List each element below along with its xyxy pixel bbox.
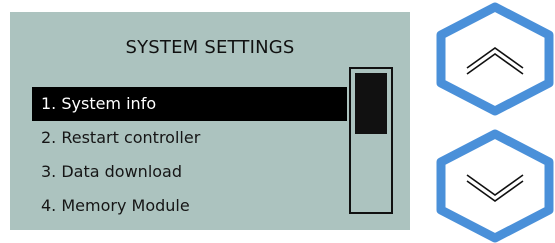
scrollbar-track[interactable] bbox=[349, 67, 393, 214]
menu-item-restart-controller[interactable]: 2. Restart controller bbox=[32, 121, 347, 155]
menu-item-memory-module[interactable]: 4. Memory Module bbox=[32, 189, 347, 223]
scroll-down-button[interactable] bbox=[435, 129, 555, 243]
menu-item-data-download[interactable]: 3. Data download bbox=[32, 155, 347, 189]
scroll-up-button[interactable] bbox=[435, 2, 555, 116]
chevron-down-icon bbox=[436, 129, 554, 243]
scrollbar-thumb[interactable] bbox=[355, 73, 387, 134]
screen-title: SYSTEM SETTINGS bbox=[125, 37, 295, 58]
chevron-up-icon bbox=[436, 2, 554, 116]
menu-item-system-info[interactable]: 1. System info bbox=[32, 87, 347, 121]
lcd-screen: SYSTEM SETTINGS 1. System info 2. Restar… bbox=[10, 12, 410, 230]
